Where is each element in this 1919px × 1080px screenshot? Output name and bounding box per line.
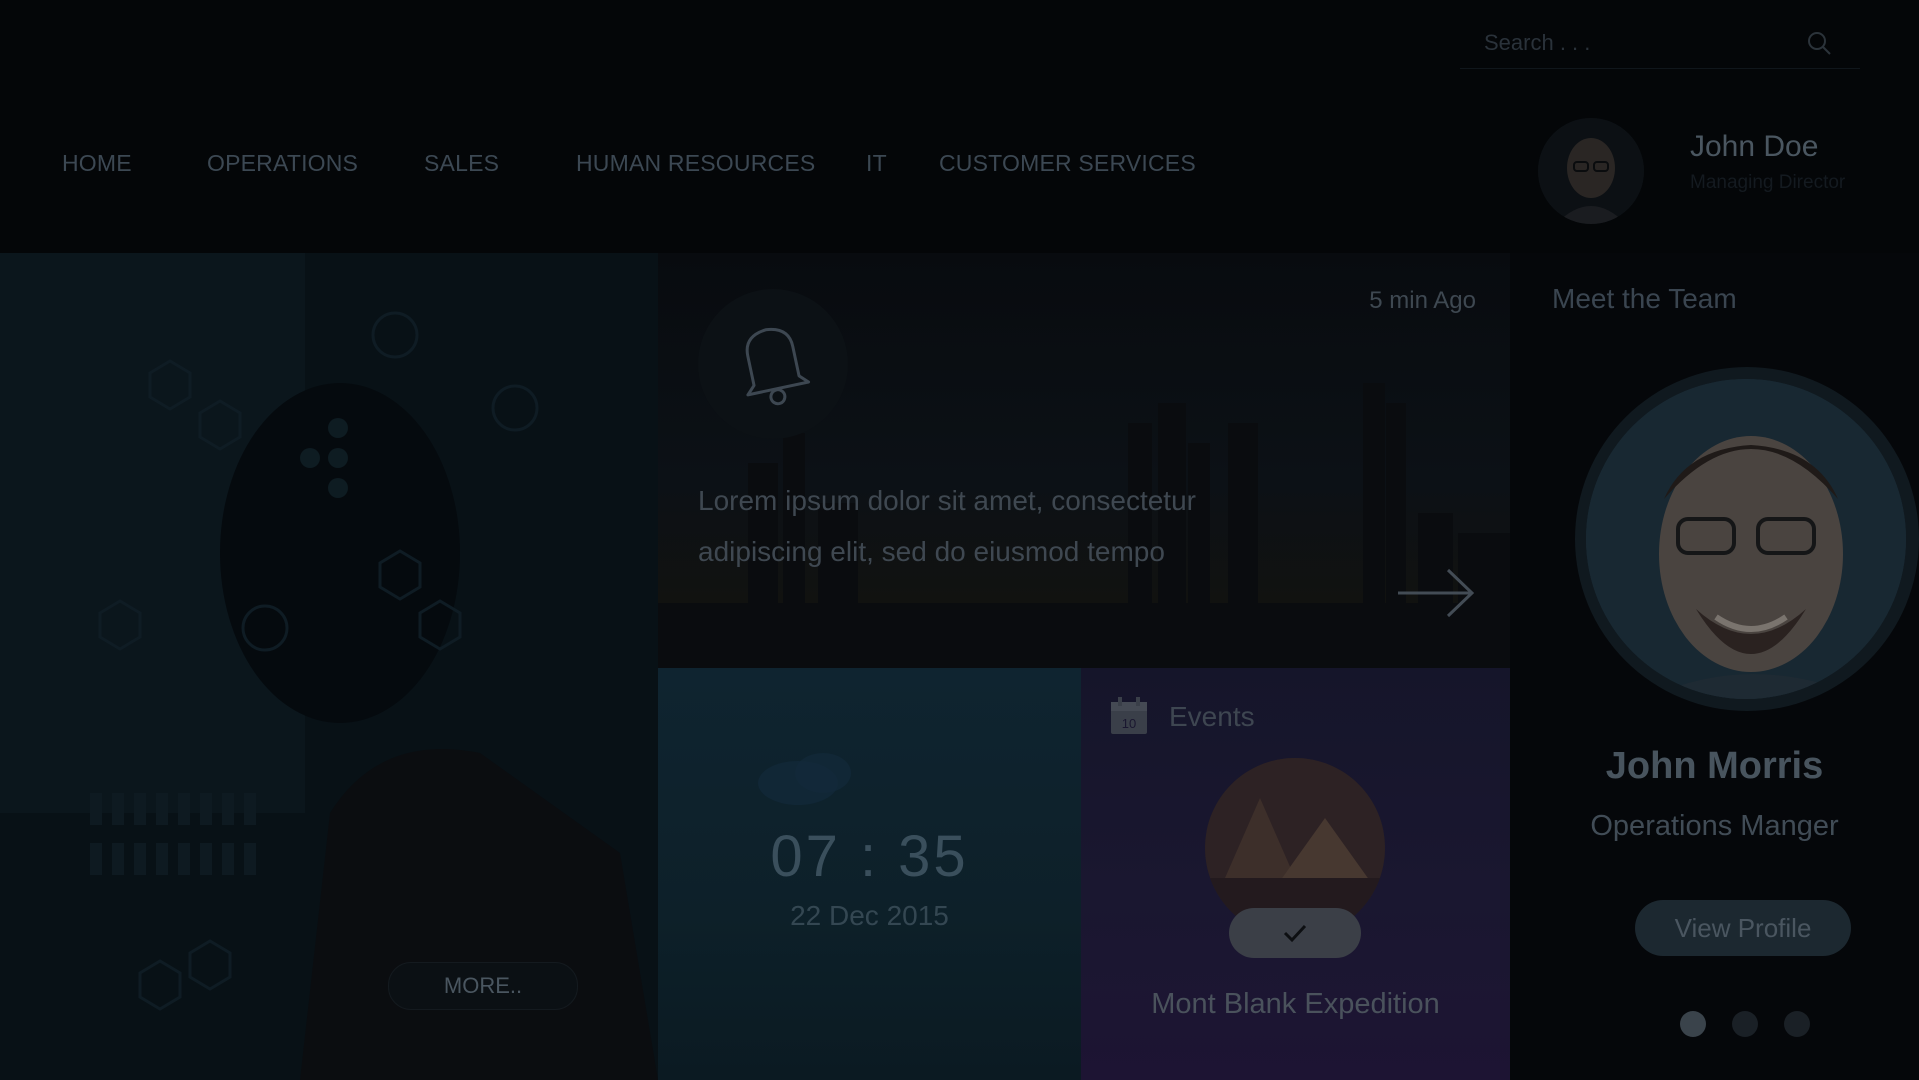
carousel-dot-2[interactable] xyxy=(1732,1011,1758,1037)
clock-time: 07 : 35 xyxy=(770,824,969,889)
clock-card: 07 : 35 22 Dec 2015 xyxy=(658,668,1081,1080)
nav-item-sales[interactable]: SALES xyxy=(424,150,499,177)
events-title: Events xyxy=(1169,701,1255,732)
notification-time: 5 min Ago xyxy=(1369,287,1476,314)
search-icon[interactable] xyxy=(1806,30,1832,56)
calendar-icon: 10 xyxy=(1111,697,1147,734)
checkmark-icon xyxy=(1283,924,1307,943)
more-button[interactable]: MORE.. xyxy=(388,962,578,1010)
event-check-button[interactable] xyxy=(1229,908,1361,958)
hero-panel xyxy=(0,253,658,1080)
search-input[interactable] xyxy=(1482,28,1816,58)
arrow-right-icon[interactable] xyxy=(1396,568,1476,618)
clock-date: 22 Dec 2015 xyxy=(790,900,949,931)
notification-icon-badge xyxy=(698,289,848,439)
event-name[interactable]: Mont Blank Expedition xyxy=(1081,988,1510,1021)
user-avatar[interactable] xyxy=(1538,118,1644,224)
team-member-portrait xyxy=(1586,379,1906,699)
carousel-dots xyxy=(1680,1011,1820,1037)
team-panel: Meet the Team John Morris Operations Man… xyxy=(1510,253,1919,1080)
view-profile-button[interactable]: View Profile xyxy=(1635,900,1851,956)
search-box xyxy=(1460,16,1860,69)
nav-item-human-resources[interactable]: HUMAN RESOURCES xyxy=(576,150,815,177)
nav-item-customer-services[interactable]: CUSTOMER SERVICES xyxy=(939,150,1196,177)
notification-card: 5 min Ago Lorem ipsum dolor sit amet, co… xyxy=(658,253,1510,668)
team-member-name: John Morris xyxy=(1605,745,1824,787)
notification-text: Lorem ipsum dolor sit amet, consectetur … xyxy=(698,485,1196,567)
carousel-dot-1[interactable] xyxy=(1680,1011,1706,1037)
team-title: Meet the Team xyxy=(1552,283,1737,314)
user-name[interactable]: John Doe xyxy=(1690,130,1818,164)
user-role: Managing Director xyxy=(1690,172,1846,193)
nav-item-operations[interactable]: OPERATIONS xyxy=(207,150,358,177)
main-nav: HOME OPERATIONS SALES HUMAN RESOURCES IT… xyxy=(0,150,1500,190)
hero-background xyxy=(0,253,658,1080)
user-portrait xyxy=(1538,118,1644,224)
team-member-role: Operations Manger xyxy=(1590,810,1839,842)
bell-icon xyxy=(745,327,811,406)
events-card: 10 Events Mont Blank Expedition xyxy=(1081,668,1510,1080)
nav-item-home[interactable]: HOME xyxy=(62,150,132,177)
carousel-dot-3[interactable] xyxy=(1784,1011,1810,1037)
nav-item-it[interactable]: IT xyxy=(866,150,887,177)
calendar-day: 10 xyxy=(1122,716,1136,731)
team-member-photo[interactable] xyxy=(1586,379,1906,699)
